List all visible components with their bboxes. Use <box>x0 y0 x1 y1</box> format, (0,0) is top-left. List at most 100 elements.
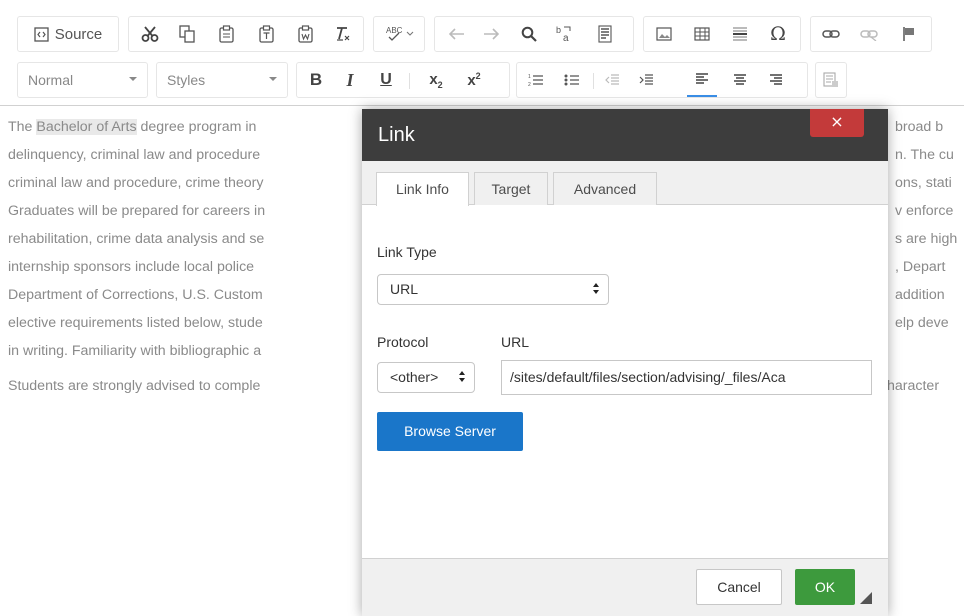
text-line-left: criminal law and procedure, crime theory <box>8 175 263 191</box>
bold-button[interactable]: B <box>301 63 331 97</box>
remove-format-button[interactable] <box>329 17 357 51</box>
text-line-right: addition <box>895 287 945 303</box>
anchor-button[interactable] <box>895 17 923 51</box>
text-segment: elective requirements listed below, stud… <box>8 315 263 331</box>
ok-button[interactable]: OK <box>795 569 855 605</box>
styles-select[interactable]: Styles <box>156 62 288 98</box>
format-select[interactable]: Normal <box>17 62 148 98</box>
tab-label: Target <box>491 181 531 197</box>
redo-button[interactable] <box>477 17 505 51</box>
source-label: Source <box>54 25 103 43</box>
cancel-button[interactable]: Cancel <box>696 569 782 605</box>
text-segment: rehabilitation, crime data analysis and … <box>8 231 265 247</box>
toolbar-group-document: Source <box>17 16 119 52</box>
underline-button[interactable]: U <box>371 63 401 97</box>
link-type-select[interactable]: URL <box>377 274 609 305</box>
replace-button[interactable]: ba <box>551 17 579 51</box>
undo-icon <box>449 28 464 40</box>
bold-icon: B <box>309 70 323 89</box>
toolbar-group-clipboard <box>128 16 364 52</box>
text-segment: The <box>8 119 37 135</box>
browse-server-label: Browse Server <box>404 423 496 439</box>
text-segment: Department of Corrections, U.S. Custom <box>8 287 263 303</box>
undo-button[interactable] <box>443 17 471 51</box>
table-icon <box>694 27 710 41</box>
tab-link-info[interactable]: Link Info <box>376 172 469 206</box>
text-line-left: elective requirements listed below, stud… <box>8 315 263 331</box>
templates-button[interactable] <box>816 63 846 97</box>
protocol-select[interactable]: <other> <box>377 362 475 393</box>
chevron-down-icon <box>129 77 137 81</box>
close-button[interactable]: × <box>810 109 864 137</box>
text-line-right: haracter <box>887 378 940 394</box>
tab-advanced[interactable]: Advanced <box>553 172 657 205</box>
unlink-button[interactable] <box>855 17 883 51</box>
chevron-down-icon <box>269 77 277 81</box>
paste-text-button[interactable] <box>252 17 280 51</box>
text-line-right: n. The cu <box>895 147 954 163</box>
horizontal-rule-button[interactable] <box>726 17 754 51</box>
text-line-left: in writing. Familiarity with bibliograph… <box>8 343 261 359</box>
url-input[interactable]: /sites/default/files/section/advising/_f… <box>501 360 872 395</box>
numbered-list-icon: 12 <box>528 74 543 87</box>
toolbar-group-templates <box>815 62 847 98</box>
text-line-right: broad b <box>895 119 944 135</box>
styles-value: Styles <box>167 72 206 88</box>
remove-format-icon <box>337 27 350 41</box>
link-type-label: Link Type <box>377 244 437 260</box>
spellcheck-button[interactable]: ABC <box>378 17 422 51</box>
tab-label: Link Info <box>396 181 449 197</box>
link-dialog: Link × Link Info Target Advanced Link Ty… <box>362 109 888 616</box>
text-segment: internship sponsors include local police <box>8 259 255 275</box>
text-line-left: Graduates will be prepared for careers i… <box>8 203 265 219</box>
numbered-list-button[interactable]: 12 <box>521 63 551 97</box>
superscript-button[interactable]: x2 <box>459 63 489 97</box>
resize-handle-icon[interactable] <box>860 592 872 604</box>
paste-word-icon <box>297 25 313 43</box>
browse-server-button[interactable]: Browse Server <box>377 412 523 451</box>
image-button[interactable] <box>650 17 678 51</box>
text-line-left: The Bachelor of Arts degree program in <box>8 119 256 135</box>
copy-button[interactable] <box>173 17 201 51</box>
toolbar-group-insert: Ω <box>643 16 801 52</box>
tab-target[interactable]: Target <box>474 172 548 205</box>
flag-icon <box>903 27 914 41</box>
text-line-right: , Depart <box>895 259 946 275</box>
spellcheck-icon: ABC <box>386 26 414 41</box>
table-button[interactable] <box>688 17 716 51</box>
text-line-left: delinquency, criminal law and procedure <box>8 147 260 163</box>
source-button[interactable]: Source <box>18 17 118 51</box>
toolbar-group-paragraph: 12 <box>516 62 808 98</box>
format-value: Normal <box>28 72 74 88</box>
special-char-button[interactable]: Ω <box>764 17 792 51</box>
find-button[interactable] <box>515 17 543 51</box>
templates-icon <box>823 72 838 87</box>
toolbar-group-link <box>810 16 932 52</box>
align-center-icon <box>734 74 746 85</box>
align-left-button[interactable] <box>687 63 717 97</box>
align-center-button[interactable] <box>725 63 755 97</box>
toolbar-group-spell: ABC <box>373 16 425 52</box>
text-segment: delinquency, criminal law and procedure <box>8 147 261 163</box>
superscript-icon: x2 <box>467 71 481 89</box>
clipboard-icon <box>218 25 234 43</box>
link-icon <box>822 30 840 38</box>
select-all-button[interactable] <box>591 17 619 51</box>
ok-label: OK <box>814 579 836 595</box>
paste-from-word-button[interactable] <box>291 17 319 51</box>
align-left-icon <box>696 73 708 84</box>
protocol-label: Protocol <box>377 334 429 350</box>
svg-text:2: 2 <box>528 82 531 87</box>
indent-button[interactable] <box>631 63 661 97</box>
cut-button[interactable] <box>135 17 165 51</box>
align-right-button[interactable] <box>761 63 791 97</box>
scissors-icon <box>141 26 159 42</box>
italic-button[interactable]: I <box>335 63 365 97</box>
link-button[interactable] <box>817 17 845 51</box>
subscript-button[interactable]: x2 <box>421 63 451 97</box>
bulleted-list-button[interactable] <box>557 63 587 97</box>
select-all-icon <box>598 25 612 43</box>
paste-button[interactable] <box>212 17 240 51</box>
svg-text:a: a <box>563 33 569 43</box>
outdent-button[interactable] <box>597 63 627 97</box>
